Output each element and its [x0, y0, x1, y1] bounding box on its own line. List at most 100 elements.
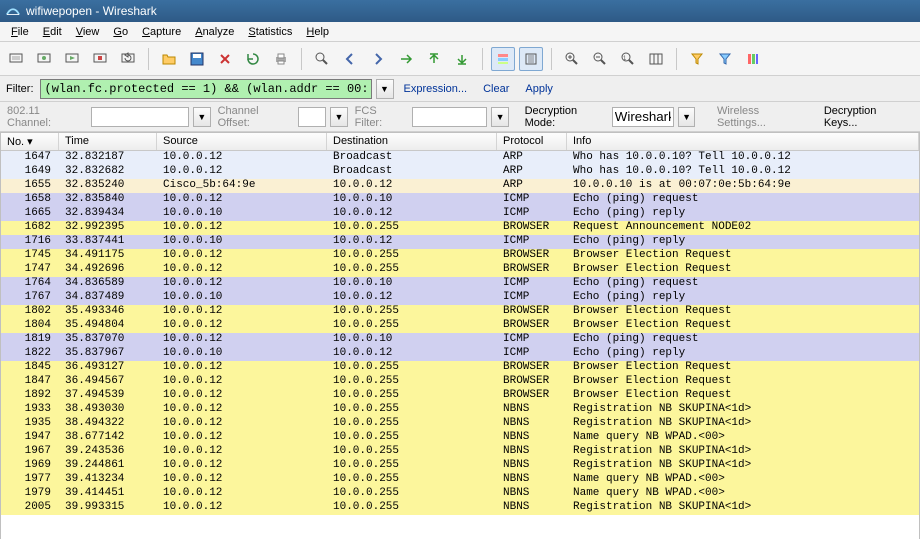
window-title: wifiwepopen - Wireshark [26, 4, 157, 18]
main-toolbar: 1 [0, 42, 920, 76]
capture-filters-button[interactable] [685, 47, 709, 71]
table-row[interactable]: 165532.835240Cisco_5b:64:9e10.0.0.12ARP1… [1, 179, 919, 193]
colorize-button[interactable] [491, 47, 515, 71]
save-file-button[interactable] [185, 47, 209, 71]
column-destination[interactable]: Destination [327, 133, 497, 150]
menu-view[interactable]: View [69, 24, 107, 40]
decryption-mode-label: Decryption Mode: [525, 105, 608, 129]
title-bar: wifiwepopen - Wireshark [0, 0, 920, 22]
display-filters-button[interactable] [713, 47, 737, 71]
packet-list-header: No. ▾ Time Source Destination Protocol I… [1, 133, 919, 151]
column-info[interactable]: Info [567, 133, 919, 150]
go-forward-button[interactable] [366, 47, 390, 71]
app-icon [6, 4, 20, 18]
zoom-out-button[interactable] [588, 47, 612, 71]
stop-capture-button[interactable] [88, 47, 112, 71]
table-row[interactable]: 197939.41445110.0.0.1210.0.0.255NBNSName… [1, 487, 919, 501]
find-packet-button[interactable] [310, 47, 334, 71]
channel-label: 802.11 Channel: [4, 105, 87, 129]
interfaces-button[interactable] [4, 47, 28, 71]
menu-help[interactable]: Help [299, 24, 336, 40]
table-row[interactable]: 193338.49303010.0.0.1210.0.0.255NBNSRegi… [1, 403, 919, 417]
goto-first-button[interactable] [422, 47, 446, 71]
reload-button[interactable] [241, 47, 265, 71]
table-row[interactable]: 189237.49453910.0.0.1210.0.0.255BROWSERB… [1, 389, 919, 403]
table-row[interactable]: 164932.83268210.0.0.12BroadcastARPWho ha… [1, 165, 919, 179]
table-row[interactable]: 182235.83796710.0.0.1010.0.0.12ICMPEcho … [1, 347, 919, 361]
capture-options-button[interactable] [32, 47, 56, 71]
table-row[interactable]: 200539.99331510.0.0.1210.0.0.255NBNSRegi… [1, 501, 919, 515]
wireless-toolbar: 802.11 Channel: ▼ Channel Offset: ▼ FCS … [0, 102, 920, 132]
zoom-in-button[interactable] [560, 47, 584, 71]
channel-offset-input[interactable] [298, 107, 326, 127]
decryption-keys-button[interactable]: Decryption Keys... [818, 105, 916, 129]
toolbar-separator [301, 48, 302, 70]
channel-offset-label: Channel Offset: [215, 105, 295, 129]
table-row[interactable]: 165832.83584010.0.0.1210.0.0.10ICMPEcho … [1, 193, 919, 207]
menu-edit[interactable]: Edit [36, 24, 69, 40]
table-row[interactable]: 196939.24486110.0.0.1210.0.0.255NBNSRegi… [1, 459, 919, 473]
packet-list-pane: No. ▾ Time Source Destination Protocol I… [0, 132, 920, 539]
filter-toolbar: Filter: ▼ Expression... Clear Apply [0, 76, 920, 102]
open-file-button[interactable] [157, 47, 181, 71]
table-row[interactable]: 174534.49117510.0.0.1210.0.0.255BROWSERB… [1, 249, 919, 263]
table-row[interactable]: 181935.83707010.0.0.1210.0.0.10ICMPEcho … [1, 333, 919, 347]
display-filter-input[interactable] [40, 79, 372, 99]
close-file-button[interactable] [213, 47, 237, 71]
column-no[interactable]: No. ▾ [1, 133, 59, 150]
menu-bar: File Edit View Go Capture Analyze Statis… [0, 22, 920, 42]
zoom-reset-button[interactable]: 1 [616, 47, 640, 71]
fcs-dropdown[interactable]: ▼ [491, 107, 508, 127]
table-row[interactable]: 196739.24353610.0.0.1210.0.0.255NBNSRegi… [1, 445, 919, 459]
toolbar-separator [482, 48, 483, 70]
table-row[interactable]: 193538.49432210.0.0.1210.0.0.255NBNSRegi… [1, 417, 919, 431]
toolbar-separator [551, 48, 552, 70]
menu-go[interactable]: Go [106, 24, 135, 40]
table-row[interactable]: 180435.49480410.0.0.1210.0.0.255BROWSERB… [1, 319, 919, 333]
filter-dropdown-button[interactable]: ▼ [376, 79, 394, 99]
table-row[interactable]: 180235.49334610.0.0.1210.0.0.255BROWSERB… [1, 305, 919, 319]
table-row[interactable]: 176734.83748910.0.0.1010.0.0.12ICMPEcho … [1, 291, 919, 305]
toolbar-separator [676, 48, 677, 70]
decryption-mode-dropdown[interactable]: ▼ [678, 107, 695, 127]
column-time[interactable]: Time [59, 133, 157, 150]
menu-statistics[interactable]: Statistics [241, 24, 299, 40]
menu-analyze[interactable]: Analyze [188, 24, 241, 40]
column-source[interactable]: Source [157, 133, 327, 150]
menu-file[interactable]: File [4, 24, 36, 40]
menu-capture[interactable]: Capture [135, 24, 188, 40]
channel-dropdown[interactable]: ▼ [193, 107, 210, 127]
goto-last-button[interactable] [450, 47, 474, 71]
fcs-input[interactable] [412, 107, 487, 127]
channel-offset-dropdown[interactable]: ▼ [330, 107, 347, 127]
table-row[interactable]: 184736.49456710.0.0.1210.0.0.255BROWSERB… [1, 375, 919, 389]
restart-capture-button[interactable] [116, 47, 140, 71]
channel-input[interactable] [91, 107, 189, 127]
autoscroll-button[interactable] [519, 47, 543, 71]
go-back-button[interactable] [338, 47, 362, 71]
resize-columns-button[interactable] [644, 47, 668, 71]
toolbar-separator [148, 48, 149, 70]
table-row[interactable]: 164732.83218710.0.0.12BroadcastARPWho ha… [1, 151, 919, 165]
wireless-settings-button[interactable]: Wireless Settings... [711, 105, 814, 129]
decryption-mode-input[interactable] [612, 107, 674, 127]
filter-label: Filter: [4, 83, 36, 95]
packet-list-body[interactable]: 164732.83218710.0.0.12BroadcastARPWho ha… [1, 151, 919, 539]
table-row[interactable]: 166532.83943410.0.0.1010.0.0.12ICMPEcho … [1, 207, 919, 221]
print-button[interactable] [269, 47, 293, 71]
table-row[interactable]: 197739.41323410.0.0.1210.0.0.255NBNSName… [1, 473, 919, 487]
column-protocol[interactable]: Protocol [497, 133, 567, 150]
table-row[interactable]: 174734.49269610.0.0.1210.0.0.255BROWSERB… [1, 263, 919, 277]
table-row[interactable]: 176434.83658910.0.0.1210.0.0.10ICMPEcho … [1, 277, 919, 291]
start-capture-button[interactable] [60, 47, 84, 71]
color-rules-button[interactable] [741, 47, 765, 71]
fcs-label: FCS Filter: [352, 105, 409, 129]
table-row[interactable]: 168232.99239510.0.0.1210.0.0.255BROWSERR… [1, 221, 919, 235]
table-row[interactable]: 171633.83744110.0.0.1010.0.0.12ICMPEcho … [1, 235, 919, 249]
apply-button[interactable]: Apply [519, 83, 559, 95]
table-row[interactable]: 194738.67714210.0.0.1210.0.0.255NBNSName… [1, 431, 919, 445]
clear-button[interactable]: Clear [477, 83, 515, 95]
expression-button[interactable]: Expression... [398, 83, 474, 95]
goto-packet-button[interactable] [394, 47, 418, 71]
table-row[interactable]: 184536.49312710.0.0.1210.0.0.255BROWSERB… [1, 361, 919, 375]
